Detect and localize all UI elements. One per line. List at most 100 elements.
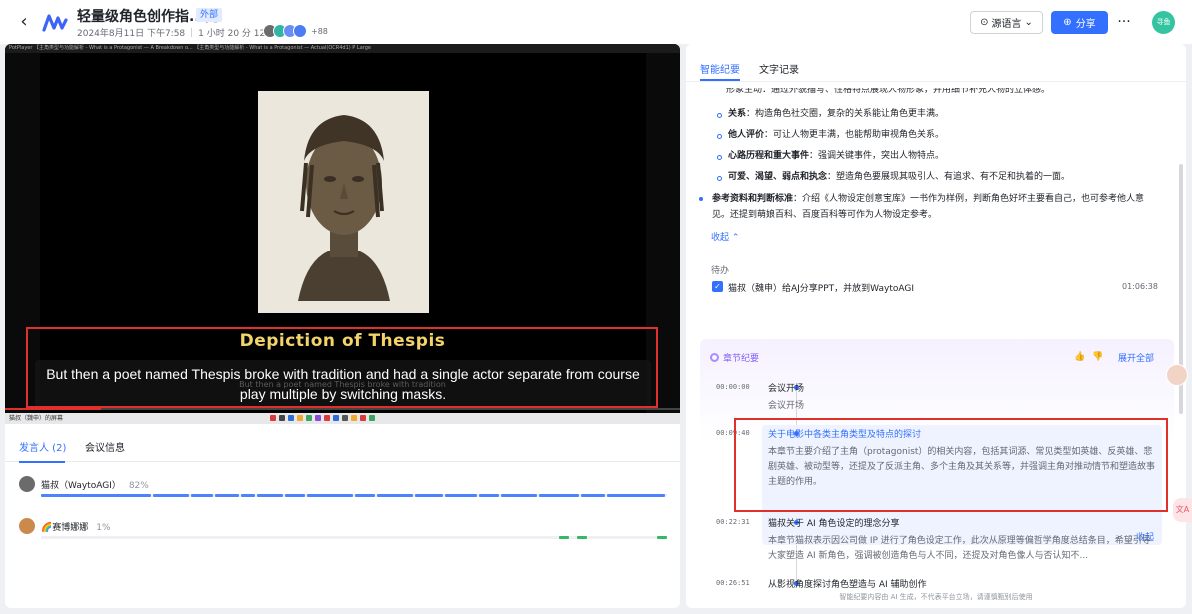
tab-meeting-info[interactable]: 会议信息 xyxy=(85,439,125,454)
summary-sub-item: 他人评价：可让人物更丰满，也能帮助审视角色关系。 xyxy=(712,128,1162,143)
globe-icon: ⊕ xyxy=(1063,17,1072,28)
app-icon xyxy=(279,415,285,421)
app-icon xyxy=(270,415,276,421)
meeting-date: 2024年8月11日 下午7:58 xyxy=(77,29,186,39)
source-language-dropdown[interactable]: ⊙ 源语言 ⌄ xyxy=(970,11,1043,34)
thespis-bust-image xyxy=(258,91,429,313)
speaker-avatar xyxy=(19,476,35,492)
speaker-avatar xyxy=(19,518,35,534)
speech-segment xyxy=(285,494,305,497)
tab-transcript[interactable]: 文字记录 xyxy=(759,61,799,76)
chapter-time[interactable]: 00:00:00 xyxy=(716,383,750,391)
collapse-summary-link[interactable]: 收起 ⌃ xyxy=(711,230,739,243)
taskbar-label: 猫叔（魏申）的屏幕 xyxy=(9,415,64,422)
user-avatar[interactable]: 寻鱼 xyxy=(1152,11,1175,34)
todo-section-title: 待办 xyxy=(711,266,730,276)
tab-speakers[interactable]: 发言人 (2) xyxy=(19,439,66,454)
summary-main-item: 参考资料和判断标准：介绍《人物设定创意宝库》一书作为样例，判断角色好坏主要看自己… xyxy=(698,191,1162,223)
speech-segment xyxy=(479,494,499,497)
speech-segment xyxy=(577,536,587,539)
speaker-percentage: 82% xyxy=(128,481,149,491)
speaker-row[interactable]: 🌈赛博娜娜 1% xyxy=(19,518,669,548)
speech-segment xyxy=(559,536,569,539)
chapter-body: 会议开场 xyxy=(768,401,805,411)
video-progress-fill xyxy=(5,408,101,410)
more-options-icon[interactable]: ··· xyxy=(1115,12,1133,32)
app-logo-icon xyxy=(42,10,68,34)
chapter-heading: 会议开场 xyxy=(768,384,805,394)
chapter-icon xyxy=(710,353,719,362)
todo-timestamp[interactable]: 01:06:38 xyxy=(1122,282,1158,291)
expand-all-link[interactable]: 展开全部 xyxy=(1118,351,1154,364)
speech-segment xyxy=(257,494,283,497)
speaker-percentage: 1% xyxy=(96,523,111,533)
app-icon xyxy=(288,415,294,421)
screen-share-titlebar: PotPlayer 【主角类型与功能解析 - What is a Protago… xyxy=(5,44,680,53)
speech-segment xyxy=(41,494,151,497)
meeting-meta: 2024年8月11日 下午7:58 1 小时 20 分 12 秒 xyxy=(77,26,277,39)
app-icon xyxy=(360,415,366,421)
speech-segment xyxy=(191,494,213,497)
participants-avatars[interactable]: +88 xyxy=(263,24,328,38)
app-icon xyxy=(306,415,312,421)
tabs-divider xyxy=(686,81,1186,82)
active-tab-indicator xyxy=(19,461,65,463)
app-icon xyxy=(324,415,330,421)
chapter-heading: 猫叔关于 AI 角色设定的理念分享 xyxy=(768,519,900,529)
speech-segment xyxy=(501,494,537,497)
todo-item-text: 猫叔（魏申）给AJ分享PPT，并放到WaytoAGI xyxy=(728,284,914,294)
chapter-heading: 从影视角度探讨角色塑造与 AI 辅助创作 xyxy=(768,580,927,590)
speaker-timeline-bar[interactable] xyxy=(41,536,667,539)
summary-sub-item: 关系：构造角色社交圈，复杂的关系能让角色更丰满。 xyxy=(712,107,1162,122)
app-icon xyxy=(333,415,339,421)
speech-segment xyxy=(539,494,579,497)
speech-segment xyxy=(215,494,239,497)
video-player[interactable]: PotPlayer 【主角类型与功能解析 - What is a Protago… xyxy=(5,44,680,424)
chevron-down-icon: ⌄ xyxy=(1024,17,1033,28)
speaker-name: 猫叔（WaytoAGI） 82% xyxy=(41,481,149,491)
speech-segment xyxy=(355,494,375,497)
ai-disclaimer: 智能纪要内容由 AI 生成，不代表平台立场，请谨慎甄别后使用 xyxy=(839,593,1033,601)
taskbar-icons xyxy=(270,415,375,421)
right-panel: 智能纪要 文字记录 形象生动：通过外貌描写、性格特点展现人物形象，并用细节补充人… xyxy=(686,44,1186,608)
summary-bullets: 关系：构造角色社交圈，复杂的关系能让角色更丰满。 他人评价：可让人物更丰满，也能… xyxy=(699,107,1162,223)
source-language-label: 源语言 xyxy=(991,19,1022,30)
app-icon xyxy=(297,415,303,421)
speaker-timeline-bar[interactable] xyxy=(41,494,667,497)
app-icon xyxy=(342,415,348,421)
left-panel: PotPlayer 【主角类型与功能解析 - What is a Protago… xyxy=(5,44,680,608)
app-icon xyxy=(369,415,375,421)
assistant-avatar[interactable] xyxy=(1166,364,1188,386)
chapter-body: 本章节猫叔表示因公司做 IP 进行了角色设定工作，此次从原理等偏哲学角度总结条目… xyxy=(768,536,1151,561)
translate-icon[interactable]: 文A xyxy=(1173,498,1192,522)
top-bar: ‹ 轻量级角色创作指...门 外部 2024年8月11日 下午7:58 1 小时 … xyxy=(0,0,1192,44)
video-progress-track[interactable] xyxy=(5,408,680,410)
speech-segment xyxy=(241,494,255,497)
thumbs-up-icon[interactable]: 👍 xyxy=(1074,352,1085,362)
chapter-time[interactable]: 00:26:51 xyxy=(716,579,750,587)
tab-smart-minutes[interactable]: 智能纪要 xyxy=(700,61,740,76)
speech-segment xyxy=(415,494,443,497)
partially-scrolled-line: 形象生动：通过外貌描写、性格特点展现人物形象，并用细节补充人物的立体感。 xyxy=(726,88,1051,94)
speech-segment xyxy=(581,494,605,497)
back-arrow-icon[interactable]: ‹ xyxy=(14,12,34,32)
share-button[interactable]: ⊕ 分享 xyxy=(1051,11,1108,34)
highlight-box xyxy=(26,327,658,408)
app-icon xyxy=(315,415,321,421)
left-tabs: 发言人 (2) 会议信息 xyxy=(5,424,680,463)
summary-sub-item: 可爱、渴望、弱点和执念：塑造角色要展现其吸引人、有追求、有不足和执着的一面。 xyxy=(712,170,1162,185)
todo-checkbox[interactable]: ✓ xyxy=(712,281,723,292)
external-badge: 外部 xyxy=(196,8,223,22)
share-label: 分享 xyxy=(1075,19,1096,30)
speaker-name: 🌈赛博娜娜 1% xyxy=(41,523,111,533)
speaker-row[interactable]: 猫叔（WaytoAGI） 82% xyxy=(19,476,669,506)
speech-segment xyxy=(445,494,477,497)
speech-segment xyxy=(307,494,353,497)
participant-avatar xyxy=(293,24,307,38)
thumbs-down-icon[interactable]: 👎 xyxy=(1092,352,1103,362)
screen-share-taskbar: 猫叔（魏申）的屏幕 xyxy=(5,413,680,424)
summary-sub-item: 心路历程和重大事件：强调关键事件，突出人物特点。 xyxy=(712,149,1162,164)
chapter-time[interactable]: 00:22:31 xyxy=(716,518,750,526)
chapter-summary-title: 章节纪要 xyxy=(710,351,759,364)
highlight-box xyxy=(734,418,1168,512)
